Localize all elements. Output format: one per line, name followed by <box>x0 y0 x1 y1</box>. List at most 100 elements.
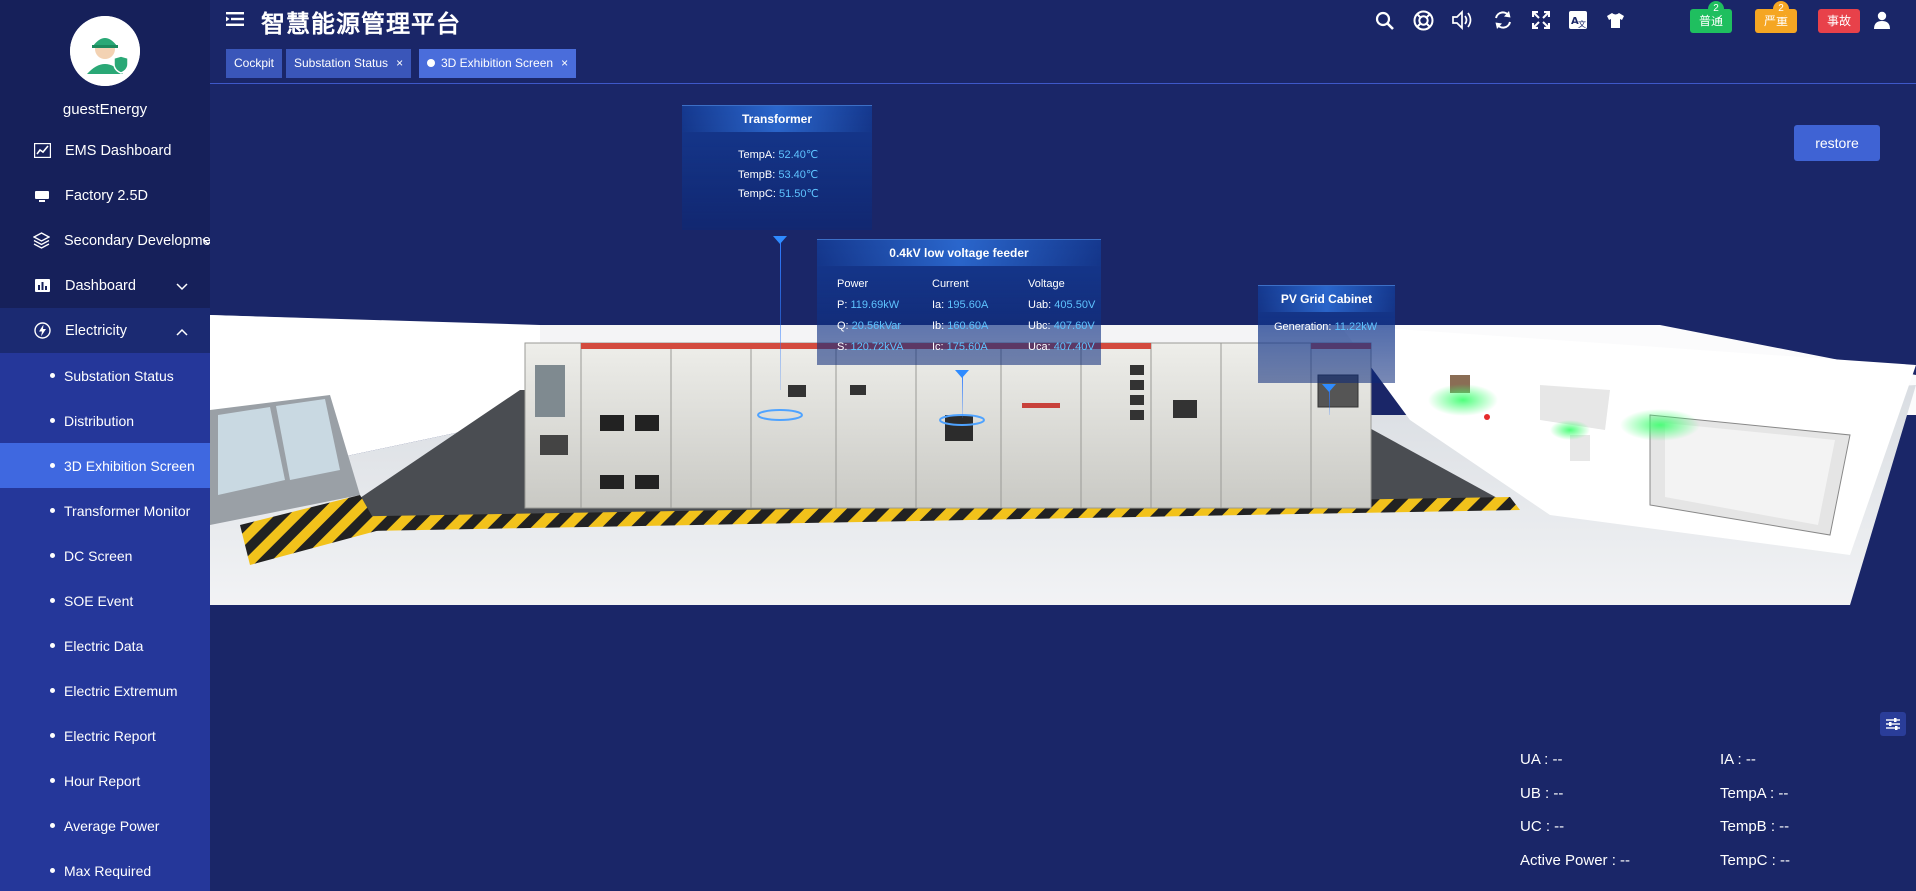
alarm-severe-badge[interactable]: 严重 2 <box>1755 1 1798 33</box>
feeder-power-header: Power <box>837 278 869 290</box>
sidebar-item-substation-status[interactable]: Substation Status <box>0 353 210 398</box>
sidebar-item-dashboard[interactable]: Dashboard <box>0 263 210 308</box>
bullet-icon <box>50 688 55 693</box>
help-buoy-icon[interactable] <box>1412 9 1434 31</box>
chevron-up-icon <box>176 324 188 340</box>
chevron-down-icon <box>176 279 188 295</box>
theme-shirt-icon[interactable] <box>1604 9 1626 31</box>
layers-icon <box>33 232 50 250</box>
readout-temp-a: TempA : -- <box>1720 785 1789 802</box>
bullet-icon <box>50 463 55 468</box>
bullet-icon <box>50 868 55 873</box>
readout-active-power: Active Power : -- <box>1520 852 1631 869</box>
tab-close-icon[interactable]: × <box>396 56 403 70</box>
pv-generation: Generation: 11.22kW <box>1274 321 1378 333</box>
bullet-icon <box>50 553 55 558</box>
settings-sliders-icon[interactable] <box>1880 712 1906 736</box>
sidebar-item-electricity[interactable]: Electricity <box>0 308 210 353</box>
sidebar-item-electric-extremum[interactable]: Electric Extremum <box>0 668 210 713</box>
tab-3d-exhibition-screen[interactable]: 3D Exhibition Screen × <box>419 49 577 78</box>
refresh-icon[interactable] <box>1492 9 1514 31</box>
user-profile: guestEnergy <box>0 0 210 128</box>
pv-panel-title: PV Grid Cabinet <box>1258 286 1395 312</box>
tab-cockpit[interactable]: Cockpit <box>226 49 283 78</box>
bullet-icon <box>50 823 55 828</box>
3d-scene-viewport[interactable] <box>210 85 1916 695</box>
sidebar-item-label: Dashboard <box>65 277 136 294</box>
bar-chart-icon <box>33 277 51 295</box>
top-header: 智慧能源管理平台 A文 普通 2 严重 2 事故 <box>210 0 1916 40</box>
fullscreen-icon[interactable] <box>1530 9 1552 31</box>
readout-ia: IA : -- <box>1720 751 1756 768</box>
active-dot-icon <box>427 59 435 67</box>
bullet-icon <box>50 778 55 783</box>
transformer-panel-title: Transformer <box>682 106 872 132</box>
sidebar-item-electric-data[interactable]: Electric Data <box>0 623 210 668</box>
electricity-submenu: Substation Status Distribution 3D Exhibi… <box>0 353 210 891</box>
sidebar-item-electric-report[interactable]: Electric Report <box>0 713 210 758</box>
readout-temp-c: TempC : -- <box>1720 852 1791 869</box>
readout-temp-b: TempB : -- <box>1720 818 1790 835</box>
readout-ub: UB : -- <box>1520 785 1564 802</box>
sidebar-item-max-required[interactable]: Max Required <box>0 848 210 891</box>
bullet-icon <box>50 598 55 603</box>
pv-pointer-tip <box>1322 384 1336 392</box>
sidebar-item-transformer-monitor[interactable]: Transformer Monitor <box>0 488 210 533</box>
search-icon[interactable] <box>1373 9 1395 31</box>
feeder-q: Q: 20.56kVar <box>837 320 901 332</box>
transformer-pointer-tip <box>773 236 787 244</box>
feeder-ia: Ia: 195.60A <box>932 299 989 311</box>
user-icon[interactable] <box>1871 9 1893 31</box>
pv-grid-cabinet-panel: PV Grid Cabinet Generation: 11.22kW <box>1258 285 1395 383</box>
tab-close-icon[interactable]: × <box>561 56 568 70</box>
sidebar-item-hour-report[interactable]: Hour Report <box>0 758 210 803</box>
electricity-icon <box>33 322 51 340</box>
sidebar-item-3d-exhibition-screen[interactable]: 3D Exhibition Screen <box>0 443 210 488</box>
sidebar-item-distribution[interactable]: Distribution <box>0 398 210 443</box>
feeder-p: P: 119.69kW <box>837 299 900 311</box>
feeder-current-header: Current <box>932 278 969 290</box>
sidebar-item-average-power[interactable]: Average Power <box>0 803 210 848</box>
sidebar-item-ems-dashboard[interactable]: EMS Dashboard <box>0 128 210 173</box>
volume-icon[interactable] <box>1452 9 1474 31</box>
feeder-pointer-line <box>962 372 963 418</box>
sidebar-item-soe-event[interactable]: SOE Event <box>0 578 210 623</box>
feeder-ubc: Ubc: 407.60V <box>1028 320 1095 332</box>
feeder-panel-title: 0.4kV low voltage feeder <box>817 240 1101 266</box>
alarm-accident-badge[interactable]: 事故 <box>1818 9 1861 33</box>
bullet-icon <box>50 418 55 423</box>
tab-bar: Cockpit Substation Status × 3D Exhibition… <box>210 46 1916 84</box>
readout-uc: UC : -- <box>1520 818 1565 835</box>
bullet-icon <box>50 373 55 378</box>
feeder-info-panel: 0.4kV low voltage feeder Power P: 119.69… <box>817 239 1101 365</box>
chart-line-icon <box>33 142 51 160</box>
avatar[interactable] <box>70 16 140 86</box>
sidebar: guestEnergy EMS Dashboard Factory 2.5D S… <box>0 0 210 891</box>
sidebar-item-label: Factory 2.5D <box>65 187 148 204</box>
transformer-temp-c: TempC: 51.50℃ <box>738 188 819 200</box>
feeder-ib: Ib: 160.60A <box>932 320 989 332</box>
svg-text:文: 文 <box>1578 19 1586 29</box>
transformer-temp-b: TempB: 53.40℃ <box>738 168 819 181</box>
readout-ua: UA : -- <box>1520 751 1563 768</box>
sidebar-item-label: Electricity <box>65 322 128 339</box>
app-title: 智慧能源管理平台 <box>261 11 461 38</box>
sidebar-item-dc-screen[interactable]: DC Screen <box>0 533 210 578</box>
sidebar-item-label: Secondary Development <box>64 232 210 249</box>
substation-3d-render <box>210 315 1916 605</box>
alarm-severe-count: 2 <box>1773 1 1790 17</box>
language-icon[interactable]: A文 <box>1567 9 1589 31</box>
alarm-normal-badge[interactable]: 普通 2 <box>1690 1 1733 33</box>
alarm-normal-count: 2 <box>1708 1 1725 17</box>
sidebar-item-secondary-development[interactable]: Secondary Development <box>0 218 210 263</box>
feeder-pointer-tip <box>955 370 969 378</box>
restore-button[interactable]: restore <box>1794 125 1880 161</box>
tab-substation-status[interactable]: Substation Status × <box>286 49 412 78</box>
transformer-temp-a: TempA: 52.40℃ <box>738 149 819 161</box>
hamburger-icon[interactable] <box>226 11 244 32</box>
feeder-voltage-header: Voltage <box>1028 278 1065 290</box>
sidebar-item-label: EMS Dashboard <box>65 142 172 159</box>
sidebar-item-factory[interactable]: Factory 2.5D <box>0 173 210 218</box>
bullet-icon <box>50 733 55 738</box>
feeder-s: S: 120.72kVA <box>837 341 904 353</box>
